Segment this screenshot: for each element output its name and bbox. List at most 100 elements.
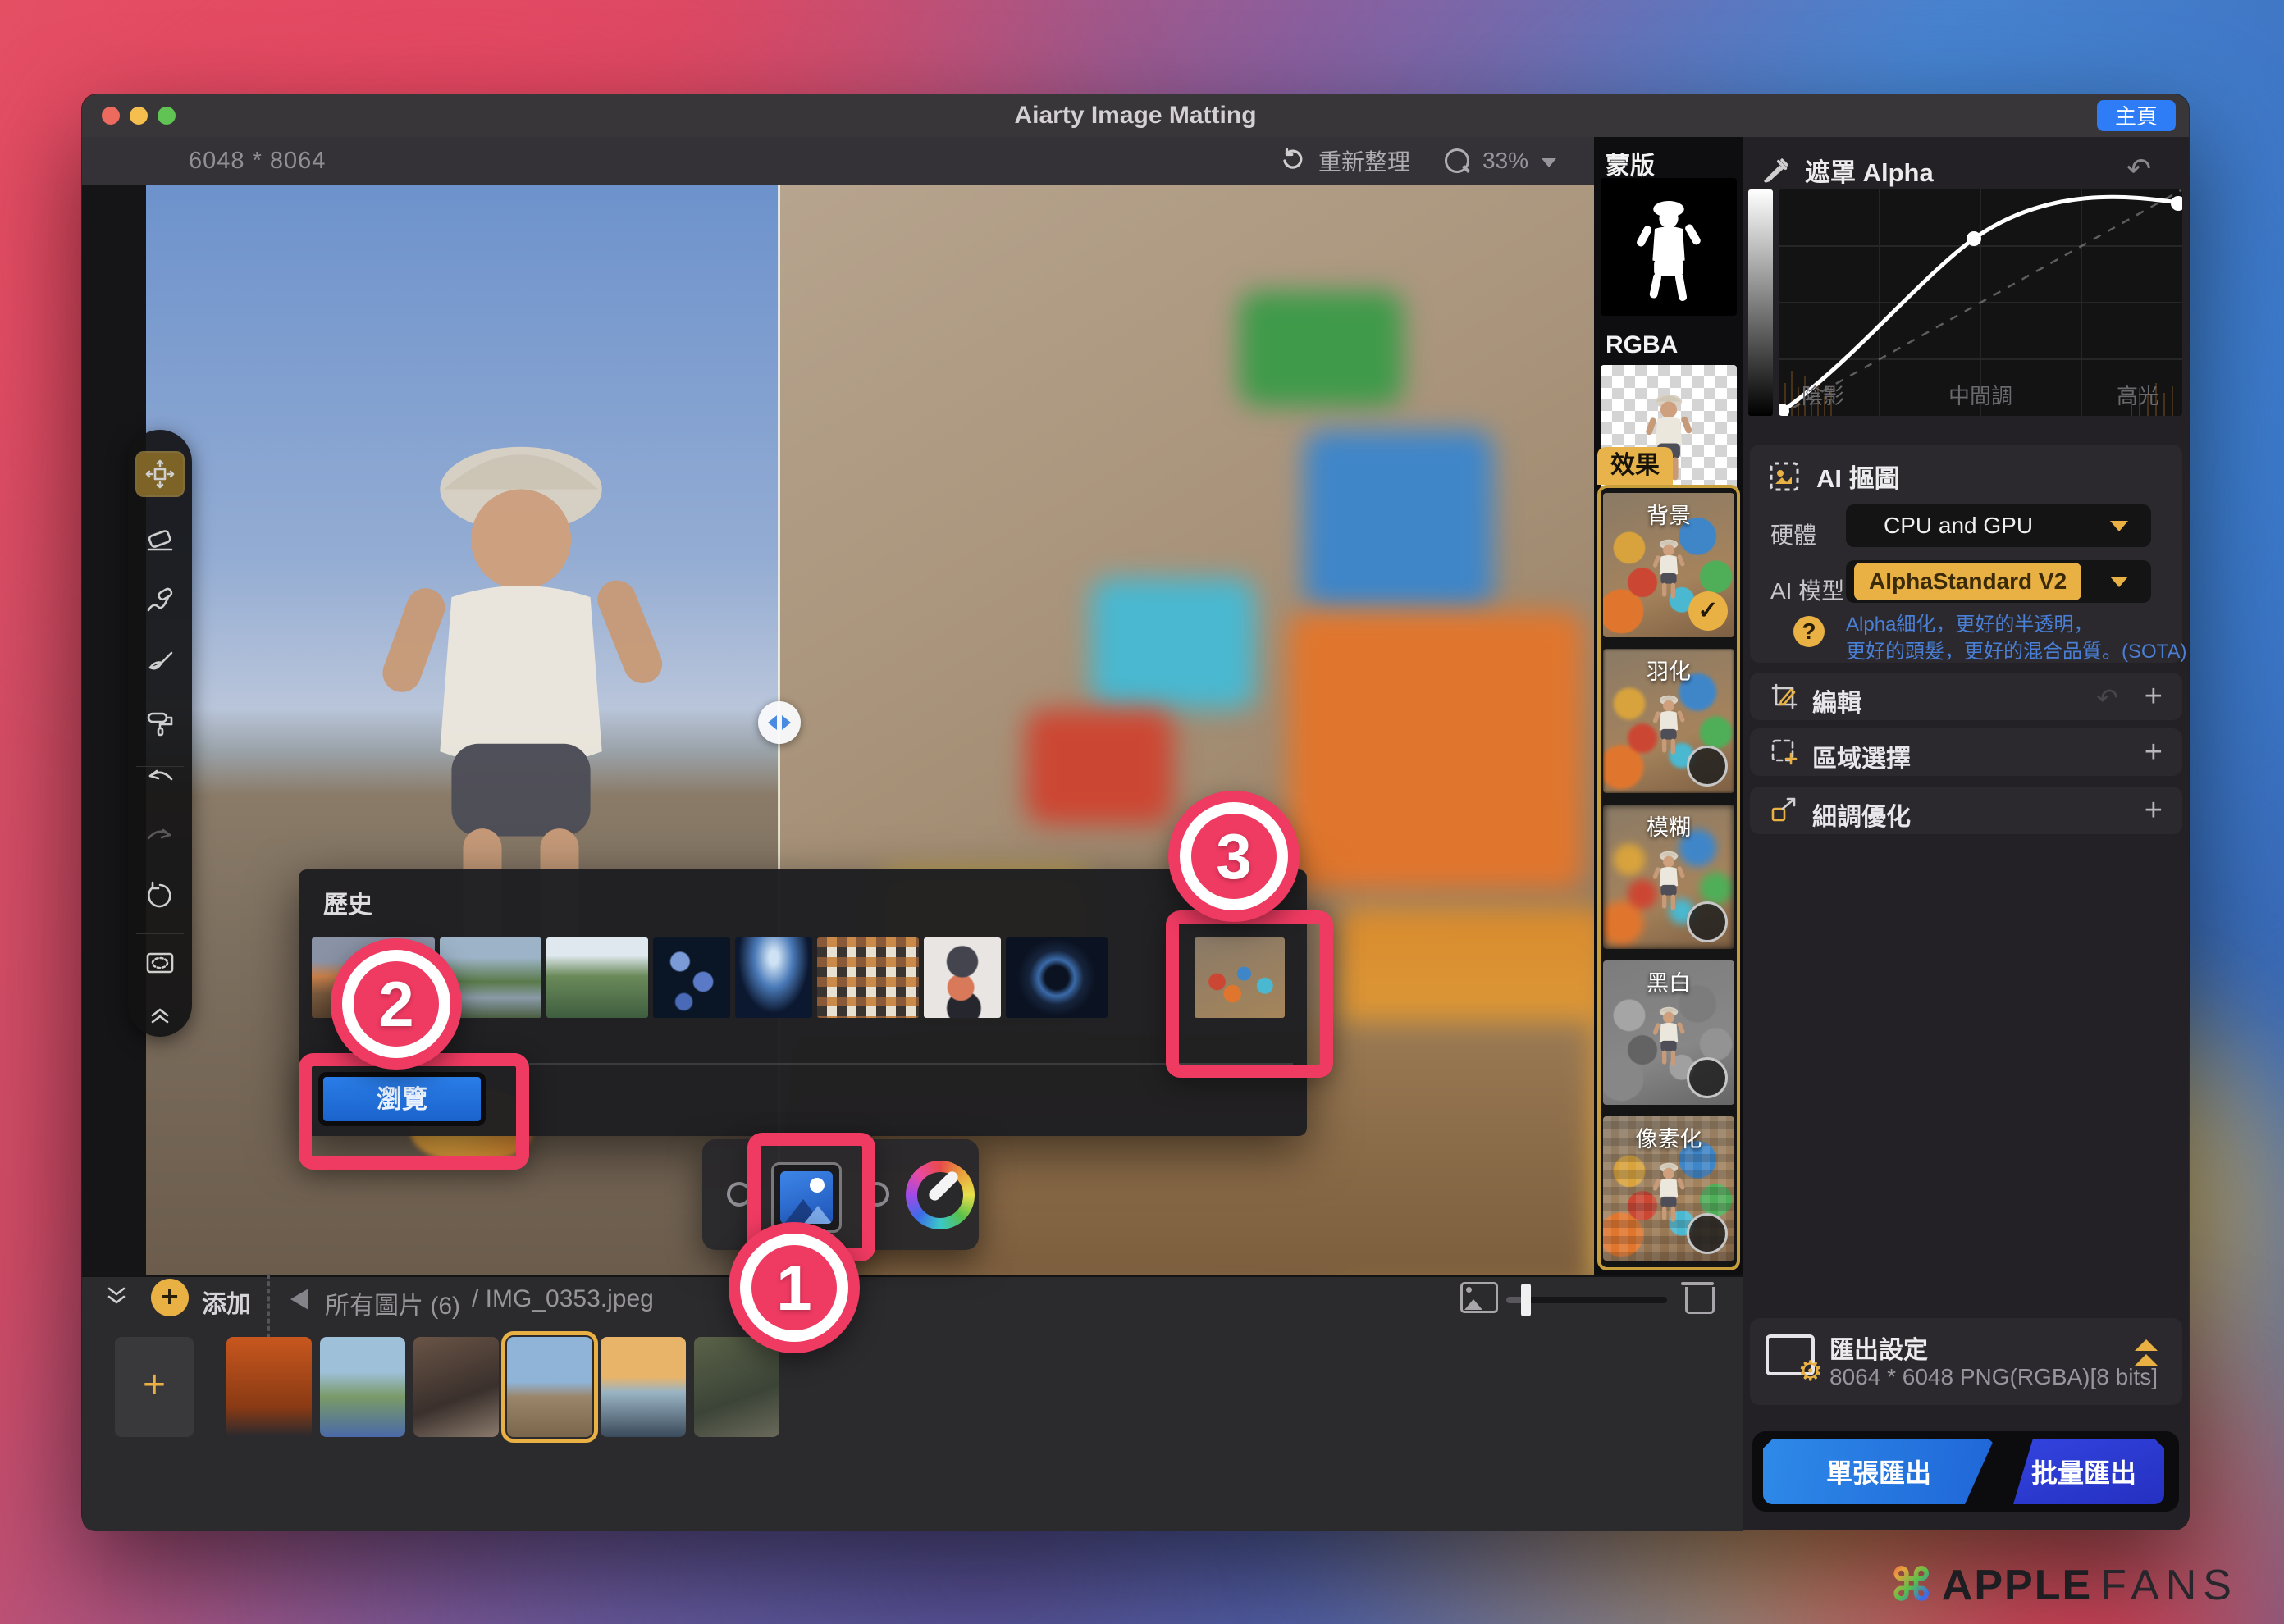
effect-select-circle[interactable] bbox=[1687, 1057, 1728, 1098]
alpha-title: 遮罩 Alpha bbox=[1805, 158, 1934, 187]
model-label: AI 模型 bbox=[1770, 578, 1845, 604]
effect-feather[interactable]: 羽化 bbox=[1603, 649, 1734, 793]
chevron-down-icon[interactable] bbox=[1542, 157, 1556, 167]
slider-thumb[interactable] bbox=[1521, 1284, 1531, 1316]
redo-button[interactable] bbox=[137, 815, 183, 858]
annotation-box-3 bbox=[1166, 910, 1333, 1078]
effect-blackwhite[interactable]: 黑白 bbox=[1603, 960, 1734, 1105]
effect-pixelate[interactable]: 像素化 bbox=[1603, 1116, 1734, 1261]
effect-blur[interactable]: 模糊 bbox=[1603, 805, 1734, 949]
filmstrip-thumbnail-selected[interactable] bbox=[501, 1331, 598, 1443]
history-thumbnail[interactable] bbox=[1006, 937, 1108, 1018]
effect-select-circle[interactable] bbox=[1687, 1213, 1728, 1254]
single-export-button[interactable]: 單張匯出 bbox=[1763, 1439, 1994, 1504]
mask-silhouette bbox=[1628, 194, 1710, 304]
check-icon: ✓ bbox=[1688, 591, 1728, 631]
export-settings-title: 匯出設定 bbox=[1829, 1337, 1928, 1364]
history-thumbnail[interactable] bbox=[735, 937, 812, 1018]
chevron-down-icon bbox=[2110, 576, 2128, 587]
eraser-tool-button[interactable] bbox=[137, 518, 183, 561]
redo-icon bbox=[147, 828, 171, 840]
alpha-undo-icon[interactable]: ↶ bbox=[2126, 152, 2151, 186]
reset-button[interactable] bbox=[137, 874, 183, 917]
breadcrumb-file: / IMG_0353.jpeg bbox=[472, 1285, 654, 1312]
annotation-step-3: 3 bbox=[1168, 791, 1300, 922]
refresh-icon[interactable] bbox=[1281, 148, 1305, 173]
left-toolbar bbox=[128, 430, 192, 1037]
effect-select-circle[interactable] bbox=[1687, 901, 1728, 942]
history-thumbnail[interactable] bbox=[546, 937, 648, 1018]
refresh-label[interactable]: 重新整理 bbox=[1318, 144, 1410, 177]
region-select-icon bbox=[1771, 739, 1798, 765]
compare-split-handle[interactable] bbox=[758, 701, 801, 744]
history-thumbnail[interactable] bbox=[924, 937, 1001, 1018]
history-thumbnail[interactable] bbox=[653, 937, 730, 1018]
effects-tab[interactable]: 效果 bbox=[1597, 447, 1673, 485]
zoom-level[interactable]: 33% bbox=[1482, 148, 1528, 174]
expand-icon[interactable]: + bbox=[2145, 793, 2163, 828]
divider bbox=[267, 1274, 270, 1346]
filmstrip-thumbnail[interactable] bbox=[320, 1337, 405, 1437]
export-settings-icon: ⚙ bbox=[1766, 1334, 1823, 1385]
brush-tool-button[interactable] bbox=[137, 640, 183, 682]
pen-tool-button[interactable] bbox=[137, 579, 183, 622]
breadcrumb-folder[interactable]: 所有圖片 (6) bbox=[325, 1285, 460, 1321]
gear-icon: ⚙ bbox=[1798, 1356, 1823, 1387]
thumbnail-size-slider[interactable] bbox=[1506, 1284, 1667, 1316]
pen-icon bbox=[147, 587, 173, 612]
watermark-fans: FANS bbox=[2100, 1561, 2238, 1609]
marquee-icon bbox=[146, 952, 174, 974]
add-image-button[interactable]: + bbox=[151, 1279, 189, 1316]
mask-label: 蒙版 bbox=[1606, 153, 1655, 180]
thumbnail-size-icon bbox=[1460, 1282, 1498, 1313]
reset-icon bbox=[148, 881, 171, 908]
double-chevron-up-icon[interactable] bbox=[2135, 1339, 2158, 1369]
export-settings-detail: 8064 * 6048 PNG(RGBA)[8 bits] bbox=[1829, 1364, 2158, 1389]
filmstrip-thumbnail[interactable] bbox=[694, 1337, 779, 1437]
zoom-tool-icon[interactable] bbox=[1444, 148, 1469, 173]
collapse-toolbar-button[interactable] bbox=[137, 992, 183, 1035]
model-hint-line1: Alpha細化，更好的半透明， bbox=[1846, 614, 2094, 636]
double-chevron-down-icon[interactable] bbox=[102, 1280, 131, 1310]
mask-thumbnail[interactable] bbox=[1601, 178, 1737, 316]
filmstrip-thumbnail[interactable] bbox=[601, 1337, 686, 1437]
eyedropper-icon bbox=[1764, 157, 1788, 183]
effect-select-circle[interactable] bbox=[1687, 746, 1728, 787]
marquee-select-tool-button[interactable] bbox=[137, 942, 183, 984]
undo-button[interactable] bbox=[137, 756, 183, 799]
expand-icon[interactable]: + bbox=[2145, 679, 2163, 714]
home-button[interactable]: 主頁 bbox=[2097, 100, 2176, 131]
command-icon: ⌘ bbox=[1889, 1561, 1934, 1610]
undo-icon bbox=[148, 769, 173, 781]
eyedropper-icon bbox=[926, 1169, 961, 1203]
filmstrip-thumbnail[interactable] bbox=[413, 1337, 499, 1437]
info-bar: 6048 * 8064 重新整理 33% bbox=[82, 137, 1594, 185]
expand-icon[interactable]: + bbox=[2145, 735, 2163, 770]
filmstrip-add-tile[interactable]: + bbox=[115, 1337, 194, 1437]
paint-roller-icon bbox=[147, 712, 173, 737]
model-select[interactable]: AlphaStandard V2 bbox=[1846, 560, 2151, 603]
region-select-section[interactable]: 區域選擇 + bbox=[1750, 728, 2182, 776]
annotation-step-1: 1 bbox=[729, 1222, 860, 1353]
hardware-label: 硬體 bbox=[1770, 522, 1817, 548]
ai-matting-header: AI 摳圖 bbox=[1769, 458, 1900, 495]
history-thumbnail[interactable] bbox=[817, 937, 919, 1018]
highlight-label: 高光 bbox=[2116, 384, 2159, 408]
add-label[interactable]: 添加 bbox=[202, 1284, 251, 1320]
ai-matting-icon bbox=[1770, 462, 1799, 490]
color-wheel-icon[interactable] bbox=[906, 1161, 975, 1229]
paint-roller-tool-button[interactable] bbox=[137, 700, 183, 743]
hardware-select[interactable]: CPU and GPU bbox=[1846, 504, 2151, 547]
watermark-apple: APPLE bbox=[1941, 1561, 2093, 1609]
trash-icon[interactable] bbox=[1681, 1280, 1715, 1314]
back-arrow-icon[interactable] bbox=[290, 1289, 308, 1310]
move-tool-button[interactable] bbox=[137, 453, 183, 495]
help-icon[interactable]: ? bbox=[1793, 616, 1825, 647]
edit-section[interactable]: 編輯 ↶ + bbox=[1750, 673, 2182, 720]
effect-background[interactable]: 背景 ✓ bbox=[1603, 493, 1734, 637]
watermark: ⌘ APPLE FANS bbox=[1889, 1559, 2238, 1611]
title-bar: Aiarty Image Matting 主頁 bbox=[82, 94, 2189, 139]
filmstrip-thumbnail[interactable] bbox=[226, 1337, 312, 1437]
refine-section[interactable]: 細調優化 + bbox=[1750, 787, 2182, 834]
annotation-step-2: 2 bbox=[331, 938, 462, 1070]
